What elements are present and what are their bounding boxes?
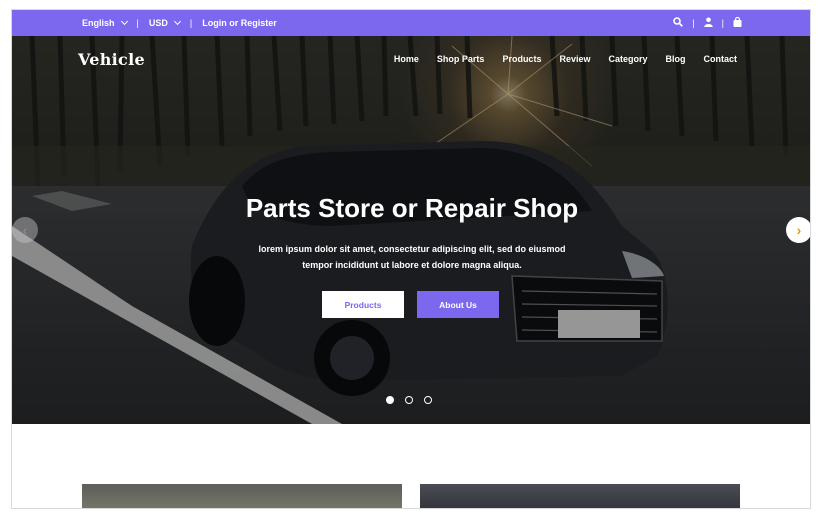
site-logo[interactable]: Vehicle [78,50,145,69]
category-card-image[interactable] [420,484,740,508]
nav-item-blog[interactable]: Blog [666,54,686,64]
currency-selector[interactable]: USD [148,17,181,28]
user-icon[interactable] [703,17,713,29]
slider-dots [386,396,432,404]
login-register-link[interactable]: Login or Register [202,18,277,28]
page-frame: English | USD | Login or Register | | Ve… [11,9,811,509]
nav-item-home[interactable]: Home [394,54,419,64]
chevron-down-icon [120,17,128,26]
main-nav: Home Shop Parts Products Review Category… [394,54,737,64]
separator: | [721,18,724,28]
top-bar: English | USD | Login or Register | | [12,10,810,36]
hero-slider: Vehicle Home Shop Parts Products Review … [12,36,810,424]
bag-icon[interactable] [733,16,742,29]
separator: | [692,18,695,28]
nav-item-review[interactable]: Review [559,54,590,64]
next-slide-button[interactable]: › [786,217,810,243]
hero-title: Parts Store or Repair Shop [245,193,579,223]
nav-item-products[interactable]: Products [502,54,541,64]
about-us-button[interactable]: About Us [417,291,499,318]
hero-subtitle-line: lorem ipsum dolor sit amet, consectetur … [258,244,566,254]
hero-subtitle-line: tempor incididunt ut labore et dolore ma… [302,260,522,270]
search-icon[interactable] [673,17,684,29]
previous-slide-button[interactable]: ‹ [12,217,38,243]
chevron-right-icon: › [796,222,802,238]
separator: | [136,18,139,28]
slider-dot-1[interactable] [386,396,394,404]
separator: | [189,18,193,28]
nav-item-shop-parts[interactable]: Shop Parts [437,54,485,64]
nav-item-contact[interactable]: Contact [704,54,738,64]
nav-item-category[interactable]: Category [608,54,647,64]
category-card-image[interactable] [82,484,402,508]
chevron-down-icon [173,17,181,26]
chevron-left-icon: ‹ [22,222,28,238]
slider-dot-3[interactable] [424,396,432,404]
language-label: English [82,18,115,28]
products-button[interactable]: Products [322,291,404,318]
hero-subtitle: lorem ipsum dolor sit amet, consectetur … [247,241,577,273]
hero-overlay [12,36,810,424]
top-bar-right: | | [673,10,742,36]
language-selector[interactable]: English [82,17,128,28]
top-bar-left: English | USD | Login or Register [82,10,277,36]
currency-label: USD [148,18,168,28]
slider-dot-2[interactable] [405,396,413,404]
